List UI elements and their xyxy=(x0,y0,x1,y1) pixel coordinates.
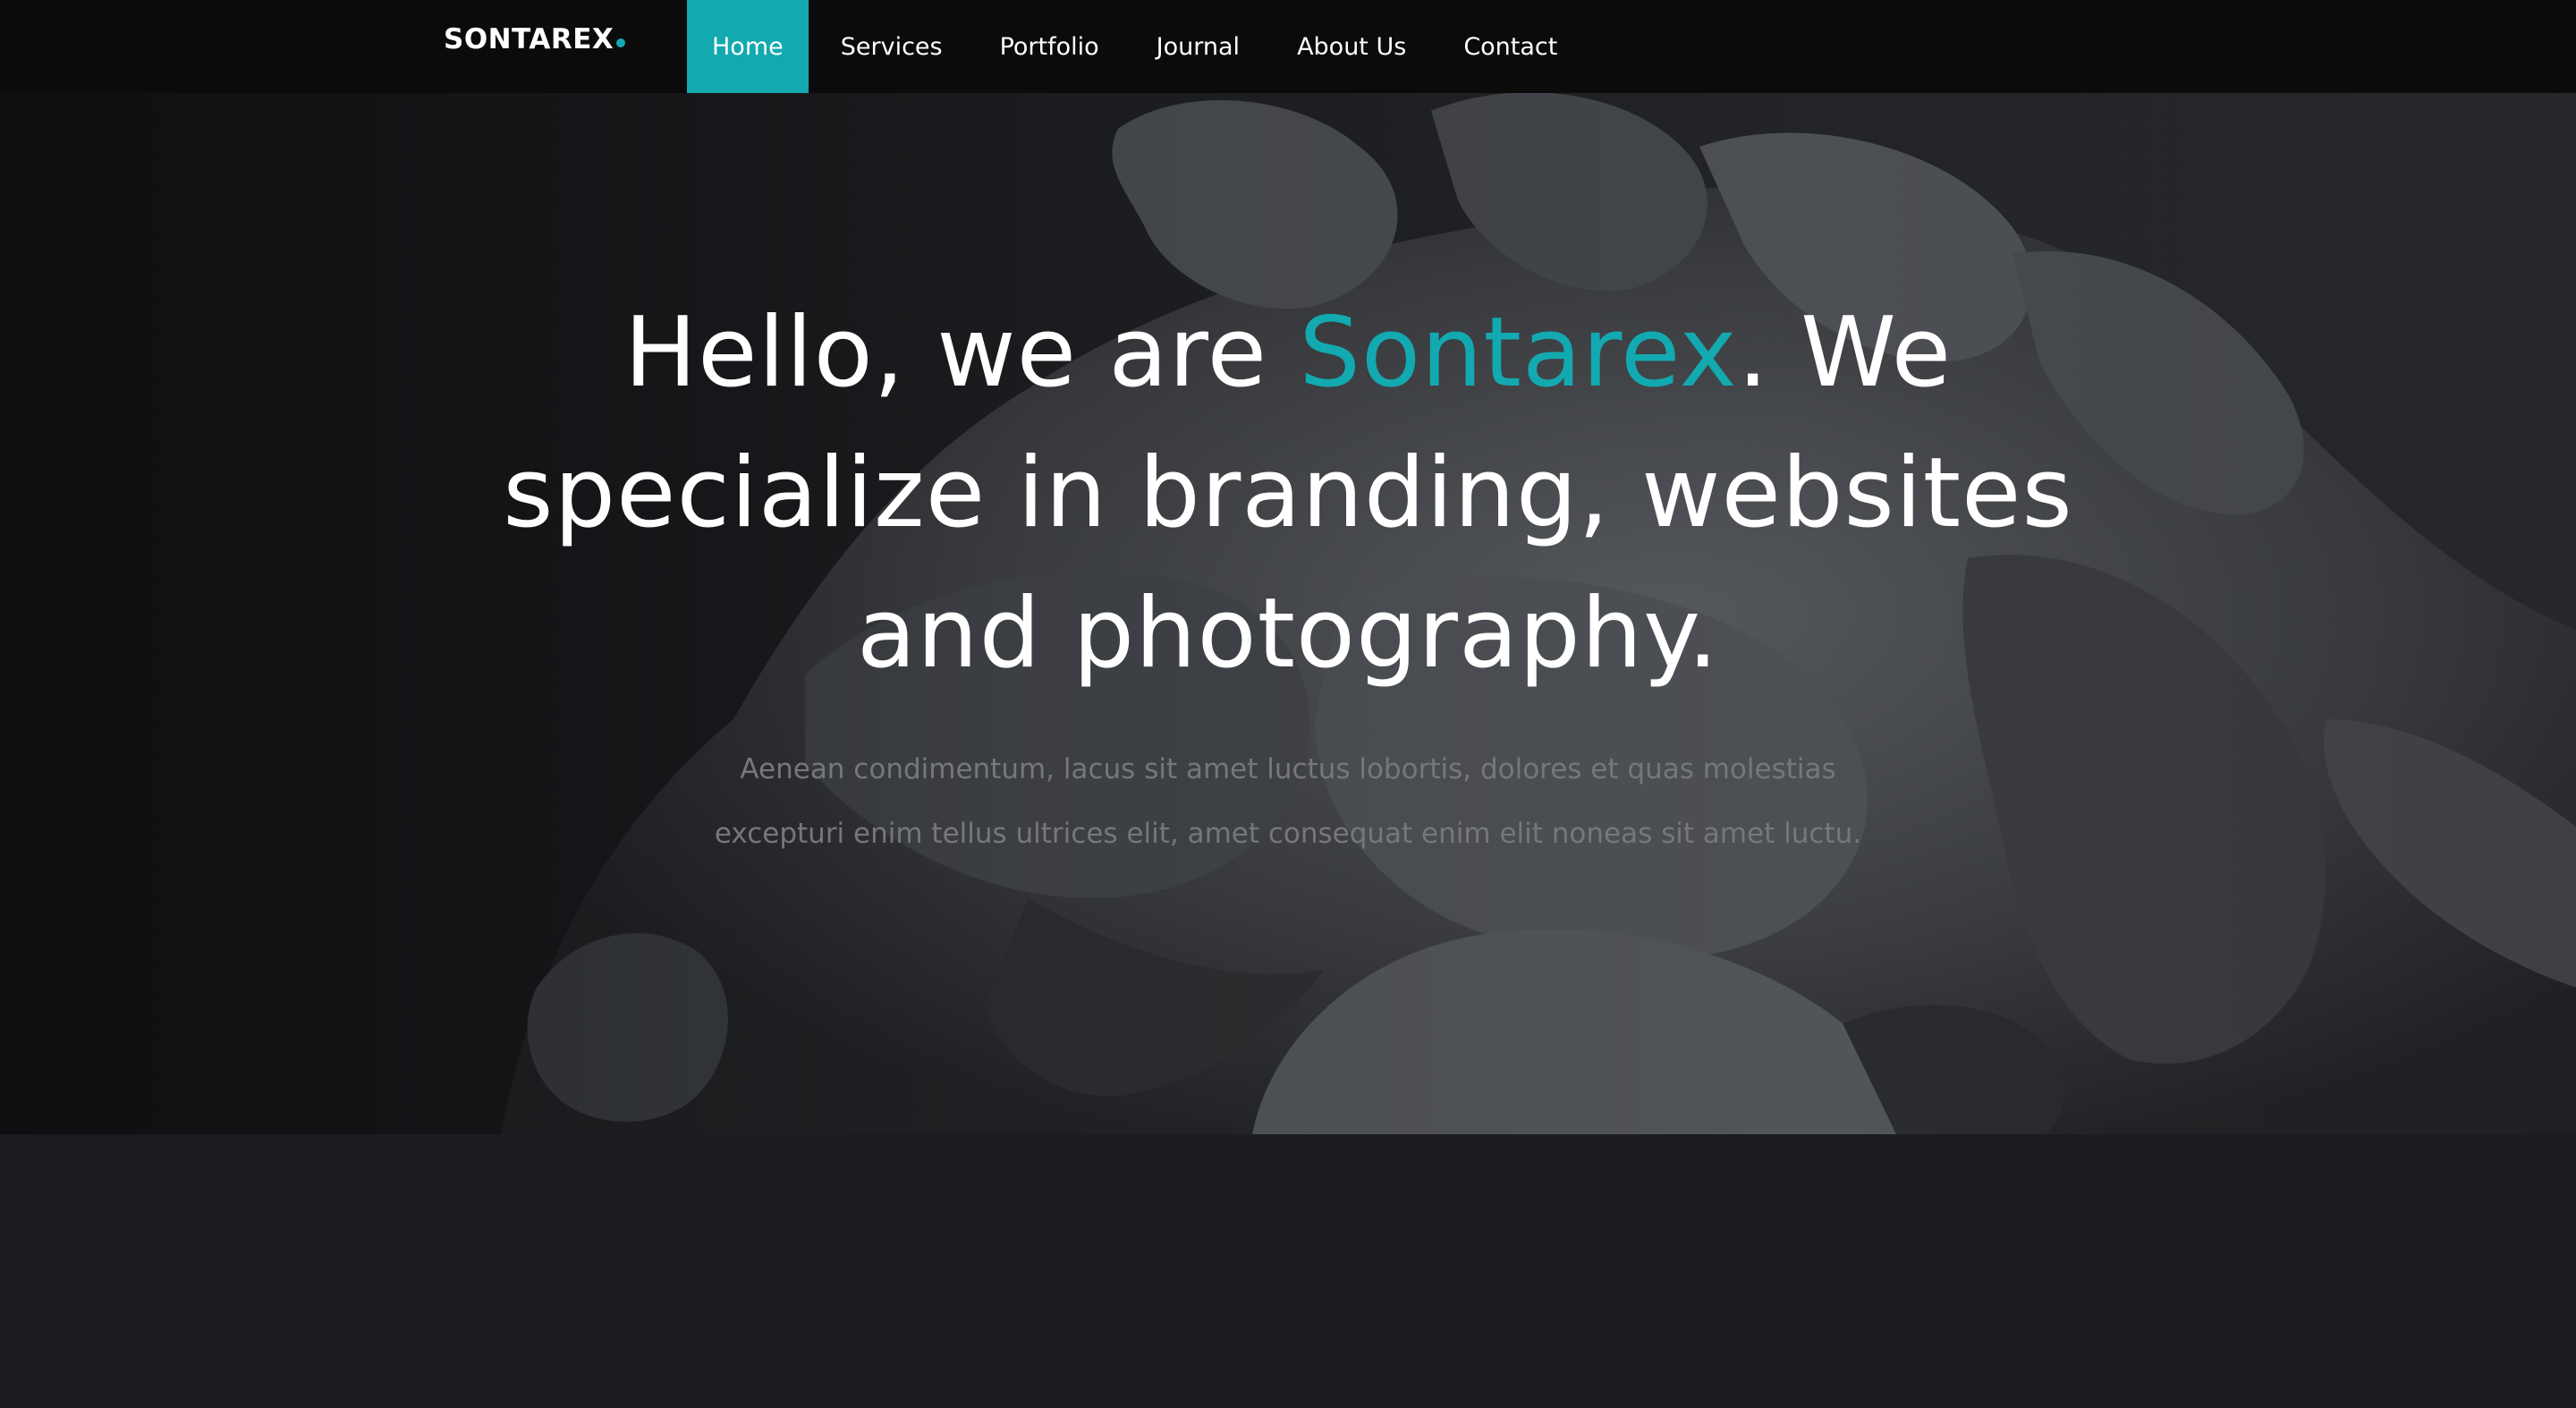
hero-subtext: Aenean condimentum, lacus sit amet luctu… xyxy=(714,753,1862,850)
top-navbar: SONTAREX Home Services Portfolio Journal… xyxy=(0,0,2576,93)
lower-section xyxy=(0,1134,2576,1408)
nav-item-home[interactable]: Home xyxy=(687,0,809,93)
brand-logo-dot-icon xyxy=(616,38,626,47)
hero-section: Hello, we are Sontarex. We specialize in… xyxy=(0,93,2576,1134)
brand-logo[interactable]: SONTAREX xyxy=(444,23,626,59)
main-navigation: Home Services Portfolio Journal About Us… xyxy=(687,0,1586,93)
nav-item-portfolio[interactable]: Portfolio xyxy=(971,0,1128,93)
hero-headline: Hello, we are Sontarex. We specialize in… xyxy=(501,283,2075,704)
nav-item-journal[interactable]: Journal xyxy=(1128,0,1268,93)
nav-item-contact[interactable]: Contact xyxy=(1435,0,1586,93)
headline-intro: Hello, we are xyxy=(623,297,1300,409)
brand-name: SONTAREX xyxy=(444,23,614,55)
headline-brand-highlight: Sontarex xyxy=(1299,297,1738,409)
nav-item-about-us[interactable]: About Us xyxy=(1268,0,1435,93)
page: SONTAREX Home Services Portfolio Journal… xyxy=(0,0,2576,1408)
nav-item-services[interactable]: Services xyxy=(812,0,971,93)
